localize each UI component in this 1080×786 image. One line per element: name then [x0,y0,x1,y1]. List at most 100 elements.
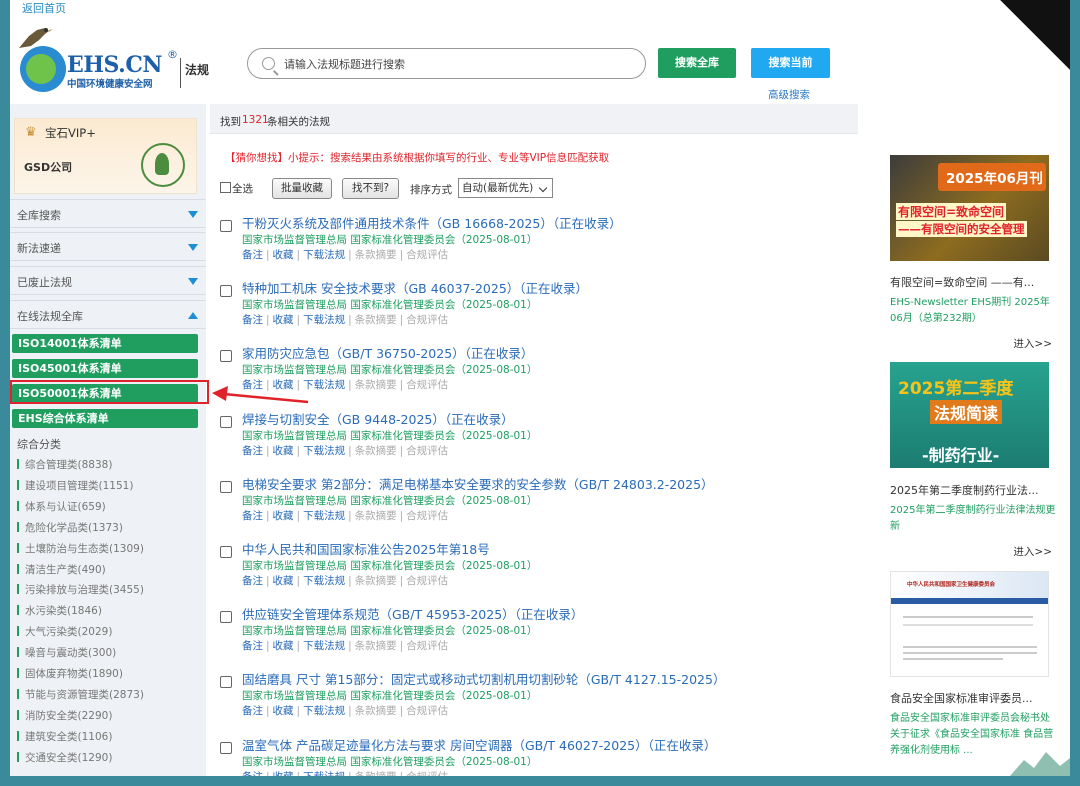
category-item[interactable]: 体系与认证(659) [17,499,106,514]
nhc-notice-image[interactable]: 中华人民共和国国家卫生健康委员会 [890,571,1049,677]
category-item[interactable]: 综合管理类(8838) [17,457,112,472]
compliance-link[interactable]: 合规评估 [406,379,448,391]
not-found-button[interactable]: 找不到? [342,178,399,199]
note-link[interactable]: 备注 [242,379,263,391]
summary-link[interactable]: 条款摘要 [355,314,397,326]
download-link[interactable]: 下载法规 [303,379,345,391]
accordion-full-search[interactable]: 全库搜索 [10,199,206,228]
result-checkbox[interactable] [220,480,232,493]
category-item[interactable]: 固体废弃物类(1890) [17,666,123,681]
note-link[interactable]: 备注 [242,445,263,457]
note-link[interactable]: 备注 [242,640,263,652]
category-item[interactable]: 建设项目管理类(1151) [17,478,133,493]
note-link[interactable]: 备注 [242,575,263,587]
iso14001-list-button[interactable]: ISO14001体系清单 [12,334,198,353]
result-checkbox[interactable] [220,676,232,689]
save-link[interactable]: 收藏 [273,510,294,522]
result-checkbox[interactable] [220,285,232,298]
save-link[interactable]: 收藏 [273,314,294,326]
save-link[interactable]: 收藏 [273,640,294,652]
enter-link[interactable]: 进入>> [1013,336,1052,351]
enter-link[interactable]: 进入>> [1013,544,1052,559]
ehs-list-button[interactable]: EHS综合体系清单 [12,409,198,428]
download-link[interactable]: 下载法规 [303,640,345,652]
result-checkbox[interactable] [220,350,232,363]
save-link[interactable]: 收藏 [273,445,294,457]
download-link[interactable]: 下载法规 [303,705,345,717]
result-checkbox[interactable] [220,546,232,558]
summary-link[interactable]: 条款摘要 [355,510,397,522]
accordion-online-library[interactable]: 在线法规全库 [10,300,206,329]
card-description[interactable]: EHS-Newsletter EHS期刊 2025年06月（总第232期） [890,295,1056,327]
result-title[interactable]: 电梯安全要求 第2部分：满足电梯基本安全要求的安全参数（GB/T 24803.2… [242,474,714,493]
result-title[interactable]: 干粉灭火系统及部件通用技术条件（GB 16668-2025）（正在收录） [242,213,622,232]
accordion-repealed[interactable]: 已废止法规 [10,266,206,295]
site-logo[interactable]: EHS.CN ® 中国环境健康安全网 法规 [15,22,215,92]
batch-save-button[interactable]: 批量收藏 [272,178,332,199]
download-link[interactable]: 下载法规 [303,575,345,587]
note-link[interactable]: 备注 [242,705,263,717]
category-item[interactable]: 建筑安全类(1106) [17,729,112,744]
download-link[interactable]: 下载法规 [303,510,345,522]
summary-link[interactable]: 条款摘要 [355,705,397,717]
card-caption[interactable]: 食品安全国家标准审评委员... [890,690,1058,706]
result-checkbox[interactable] [220,220,232,232]
download-link[interactable]: 下载法规 [303,314,345,326]
category-item[interactable]: 危险化学品类(1373) [17,520,123,535]
note-link[interactable]: 备注 [242,249,263,261]
result-title[interactable]: 温室气体 产品碳足迹量化方法与要求 房间空调器（GB/T 46027-2025）… [242,735,716,754]
category-item[interactable]: 水污染类(1846) [17,603,102,618]
card-caption[interactable]: 2025年第二季度制药行业法... [890,482,1058,498]
card-caption[interactable]: 有限空间=致命空间 ——有... [890,274,1058,290]
category-item[interactable]: 节能与资源管理类(2873) [17,687,144,702]
category-item[interactable]: 大气污染类(2029) [17,624,112,639]
download-link[interactable]: 下载法规 [303,249,345,261]
summary-link[interactable]: 条款摘要 [355,379,397,391]
note-link[interactable]: 备注 [242,771,263,776]
save-link[interactable]: 收藏 [273,771,294,776]
category-item[interactable]: 消防安全类(2290) [17,708,112,723]
category-item[interactable]: 污染排放与治理类(3455) [17,582,144,597]
result-title[interactable]: 特种加工机床 安全技术要求（GB 46037-2025）（正在收录） [242,278,588,297]
search-input[interactable] [284,54,634,74]
accordion-new-laws[interactable]: 新法速递 [10,232,206,261]
compliance-link[interactable]: 合规评估 [406,705,448,717]
download-link[interactable]: 下载法规 [303,771,345,776]
result-checkbox[interactable] [220,741,232,754]
compliance-link[interactable]: 合规评估 [406,640,448,652]
save-link[interactable]: 收藏 [273,379,294,391]
newsletter-cover-image[interactable]: 2025年06月刊 有限空间=致命空间 ——有限空间的安全管理 [890,155,1049,261]
search-box[interactable] [247,48,646,79]
save-link[interactable]: 收藏 [273,249,294,261]
summary-link[interactable]: 条款摘要 [355,249,397,261]
select-all-checkbox[interactable] [220,182,231,193]
note-link[interactable]: 备注 [242,510,263,522]
search-all-button[interactable]: 搜索全库 [658,48,736,78]
sort-select[interactable]: 自动(最新优先) [458,178,553,198]
compliance-link[interactable]: 合规评估 [406,771,448,776]
compliance-link[interactable]: 合规评估 [406,314,448,326]
result-title[interactable]: 焊接与切割安全（GB 9448-2025）（正在收录） [242,409,514,428]
category-item[interactable]: 土壤防治与生态类(1309) [17,541,144,556]
category-item[interactable]: 噪音与震动类(300) [17,645,116,660]
compliance-link[interactable]: 合规评估 [406,445,448,457]
result-title[interactable]: 固结磨具 尺寸 第15部分：固定式或移动式切割机用切割砂轮（GB/T 4127.… [242,669,725,688]
result-checkbox[interactable] [220,415,232,428]
compliance-link[interactable]: 合规评估 [406,249,448,261]
download-link[interactable]: 下载法规 [303,445,345,457]
card-description[interactable]: 2025年第二季度制药行业法律法规更新 [890,503,1056,535]
search-current-button[interactable]: 搜索当前 [751,48,830,78]
advanced-search-link[interactable]: 高级搜索 [768,87,810,102]
save-link[interactable]: 收藏 [273,575,294,587]
result-title[interactable]: 中华人民共和国国家标准公告2025年第18号 [242,539,490,558]
quarterly-cover-image[interactable]: 2025第二季度 法规简读 -制药行业- [890,362,1049,468]
category-item[interactable]: 交通安全类(1290) [17,750,112,765]
category-item[interactable]: 清洁生产类(490) [17,562,106,577]
result-title[interactable]: 家用防灾应急包（GB/T 36750-2025）（正在收录） [242,343,533,362]
result-title[interactable]: 供应链安全管理体系规范（GB/T 45953-2025）（正在收录） [242,604,583,623]
result-checkbox[interactable] [220,611,232,624]
summary-link[interactable]: 条款摘要 [355,575,397,587]
save-link[interactable]: 收藏 [273,705,294,717]
iso45001-list-button[interactable]: ISO45001体系清单 [12,359,198,378]
compliance-link[interactable]: 合规评估 [406,575,448,587]
